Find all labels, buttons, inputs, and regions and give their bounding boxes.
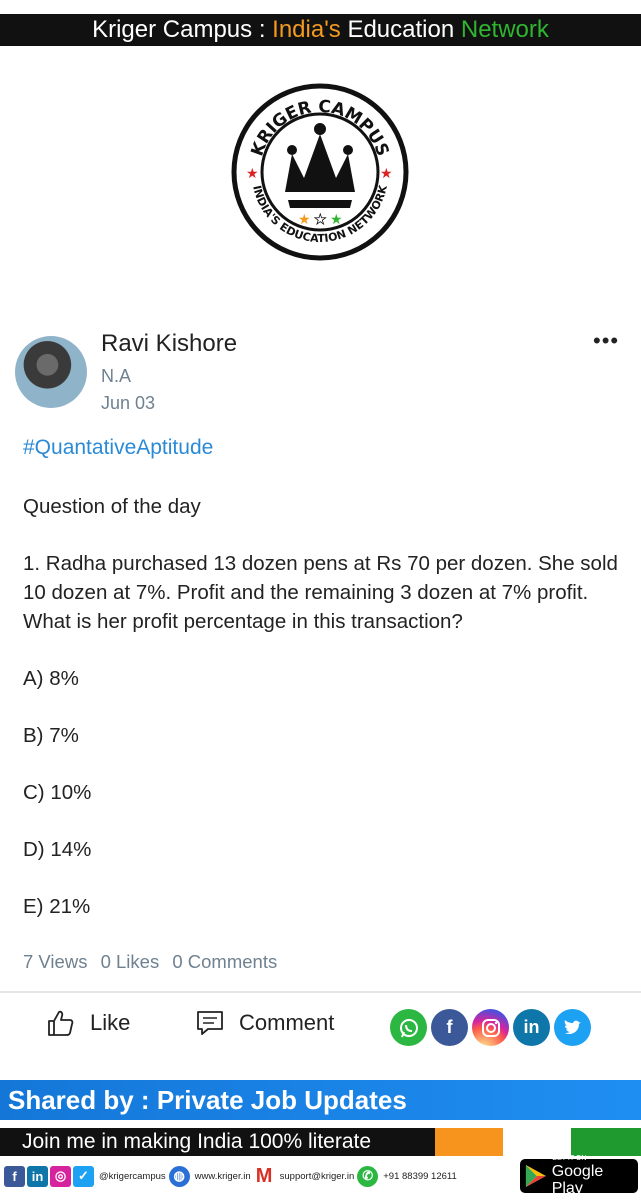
kriger-campus-logo: KRIGER CAMPUS INDIA'S EDUCATION NETWORK …: [231, 83, 409, 261]
thumbs-up-icon: [48, 1010, 74, 1036]
website-link[interactable]: www.kriger.in: [195, 1171, 251, 1182]
divider: [0, 991, 641, 993]
likes-count[interactable]: 0 Likes: [101, 951, 160, 972]
twitter-icon[interactable]: [554, 1009, 591, 1046]
flag-stripe-orange: [435, 1128, 503, 1156]
question-text: 1. Radha purchased 13 dozen pens at Rs 7…: [23, 552, 618, 633]
facebook-icon[interactable]: f: [431, 1009, 468, 1046]
play-small-text: GET IT ON: [551, 1155, 587, 1162]
option-c: C) 10%: [23, 781, 92, 804]
banner-text-1: Kriger Campus :: [92, 16, 273, 43]
star-red-right-icon: ★: [380, 165, 393, 181]
post-stats: 7 Views 0 Likes 0 Comments: [23, 951, 285, 973]
whatsapp-icon[interactable]: [390, 1009, 427, 1046]
views-count: 7 Views: [23, 951, 88, 972]
comment-button[interactable]: Comment: [195, 1008, 334, 1038]
footer-instagram-icon[interactable]: ◎: [50, 1165, 71, 1187]
banner-text-4: Network: [460, 16, 549, 43]
globe-icon: ◍: [168, 1165, 190, 1187]
hashtag-link[interactable]: #QuantativeAptitude: [23, 436, 213, 460]
tagline-bar: Join me in making India 100% literate: [0, 1128, 641, 1156]
footer-facebook-icon[interactable]: f: [4, 1165, 25, 1187]
tagline-text: Join me in making India 100% literate: [0, 1128, 435, 1156]
linkedin-icon[interactable]: in: [513, 1009, 550, 1046]
post-body: Question of the day 1. Radha purchased 1…: [23, 492, 623, 949]
avatar[interactable]: [15, 336, 87, 408]
shared-by-banner: Shared by : Private Job Updates: [0, 1080, 641, 1120]
author-name[interactable]: Ravi Kishore: [101, 330, 237, 358]
post-title: Question of the day: [23, 495, 201, 518]
email-link[interactable]: support@kriger.in: [280, 1171, 355, 1182]
banner-text-3: Education: [340, 16, 461, 43]
option-e: E) 21%: [23, 895, 91, 918]
like-label: Like: [90, 1010, 131, 1035]
flag-stripe-white: [503, 1128, 571, 1156]
footer-twitter-icon[interactable]: ✓: [73, 1165, 94, 1187]
post-date: Jun 03: [101, 393, 156, 413]
option-a: A) 8%: [23, 667, 79, 690]
google-play-button[interactable]: GET IT ON Google Play: [520, 1155, 638, 1197]
gmail-icon: M: [253, 1165, 275, 1187]
comment-icon: [197, 1011, 223, 1035]
footer-whatsapp-icon: ✆: [357, 1165, 379, 1187]
banner-text-2: India's: [272, 16, 341, 43]
like-button[interactable]: Like: [46, 1008, 130, 1038]
option-b: B) 7%: [23, 724, 79, 747]
top-banner: Kriger Campus : India's Education Networ…: [0, 14, 641, 46]
phone-number[interactable]: +91 88399 12611: [383, 1171, 457, 1182]
footer-linkedin-icon[interactable]: in: [27, 1165, 48, 1187]
share-row: f in: [390, 1009, 591, 1046]
play-store-icon: [525, 1165, 546, 1187]
social-handle: @krigercampus: [99, 1170, 166, 1182]
option-d: D) 14%: [23, 838, 92, 861]
more-options-icon[interactable]: •••: [593, 328, 619, 354]
star-white-icon: ★: [314, 211, 327, 227]
play-big-text: Google Play: [551, 1163, 604, 1197]
instagram-icon[interactable]: [472, 1009, 509, 1046]
author-subtitle: N.A: [101, 366, 132, 386]
comment-label: Comment: [239, 1010, 335, 1035]
flag-stripe-green: [571, 1128, 641, 1156]
star-orange-icon: ★: [298, 211, 311, 227]
star-green-icon: ★: [330, 211, 343, 227]
star-red-left-icon: ★: [246, 165, 259, 181]
comments-count[interactable]: 0 Comments: [172, 951, 277, 972]
